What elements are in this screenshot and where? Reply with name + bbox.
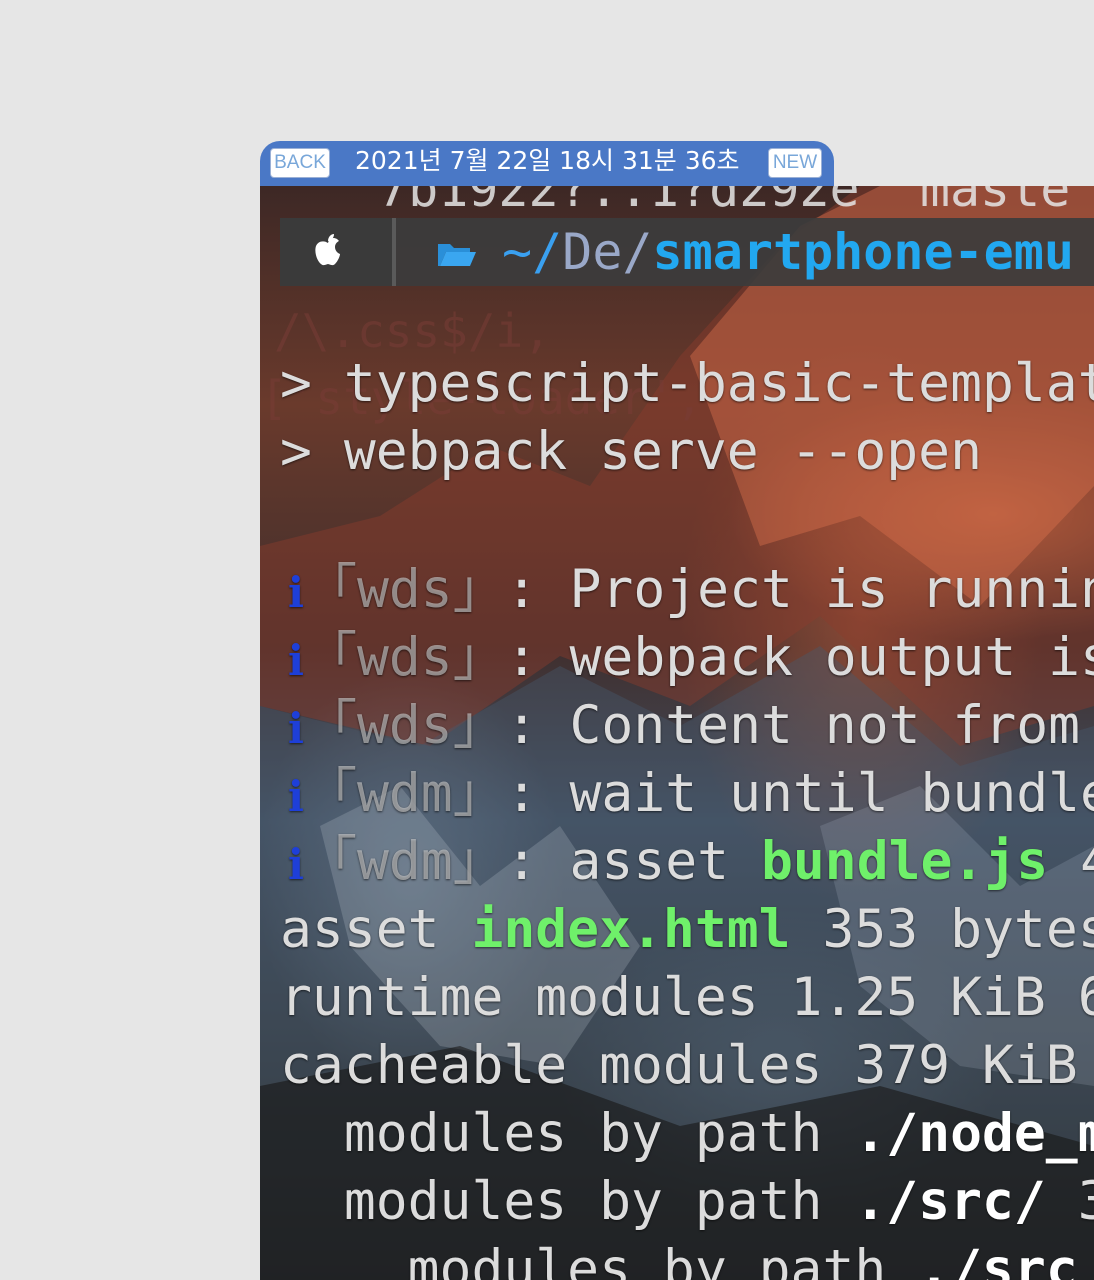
info-icon: i	[288, 704, 304, 753]
terminal-line-modules: modules by path ./node_m	[280, 1104, 1094, 1164]
ghost-line: /\.css$/i,	[274, 304, 551, 358]
info-icon: i	[288, 840, 304, 889]
terminal-line-wds: i「wds」: Content not from	[288, 696, 1080, 759]
log-tag: 「wds」	[303, 627, 506, 688]
terminal-line-modules: modules by path ./src	[280, 1240, 1078, 1280]
new-button[interactable]: NEW	[768, 148, 822, 178]
path-parent: De/	[562, 223, 653, 281]
terminal-line-runtime: runtime modules 1.25 KiB 6	[280, 967, 1094, 1028]
log-text: : asset	[505, 831, 761, 892]
log-text: : Project is runnin	[505, 559, 1094, 620]
log-text: 4	[1048, 831, 1094, 892]
terminal-line-asset: asset index.html 353 bytes	[280, 900, 1094, 960]
module-path: ./src/	[854, 1171, 1046, 1232]
back-button[interactable]: BACK	[270, 148, 330, 178]
timestamp: 2021년 7월 22일 18시 31분 36초	[355, 146, 740, 175]
terminal-line-wds: i「wds」: webpack output is	[288, 628, 1094, 691]
terminal-screen: 7b1922?..1?d292e maste ~/De/smartphone-e…	[260, 186, 1094, 1280]
info-icon: i	[288, 636, 304, 685]
log-text: asset	[280, 899, 472, 960]
terminal-line-wdm: i「wdm」: wait until bundle	[288, 764, 1094, 827]
path-home: ~/	[502, 223, 563, 281]
log-text: 3	[1077, 1171, 1094, 1232]
log-tag: 「wds」	[303, 695, 506, 756]
partial-commit-line: 7b1922?..1?d292e maste	[378, 186, 1071, 218]
log-text: modules by path	[280, 1171, 855, 1232]
log-tag: 「wds」	[303, 559, 506, 620]
terminal-line-wds: i「wds」: Project is runnin	[288, 560, 1094, 623]
log-text: modules by path	[280, 1103, 855, 1164]
terminal-line-cmd: > typescript-basic-templat	[280, 353, 1094, 414]
prompt-path: ~/De/smartphone-emu	[502, 222, 1074, 282]
module-path: ./node_m	[854, 1103, 1094, 1164]
log-text: : webpack output is	[505, 627, 1094, 688]
module-path: ./src	[918, 1239, 1078, 1280]
info-icon: i	[288, 772, 304, 821]
terminal-line-wdm: i「wdm」: asset bundle.js 4	[288, 832, 1094, 895]
emulator-frame: BACK 2021년 7월 22일 18시 31분 36초 NEW 7b1922…	[260, 141, 1094, 1280]
log-tag: 「wdm」	[303, 763, 506, 824]
title-bar: BACK 2021년 7월 22일 18시 31분 36초 NEW	[260, 141, 834, 186]
log-text: : wait until bundle	[505, 763, 1094, 824]
log-text: modules by path	[280, 1239, 919, 1280]
info-icon: i	[288, 568, 304, 617]
folder-open-icon	[438, 244, 476, 266]
prompt-bar: ~/De/smartphone-emu	[280, 218, 1094, 286]
log-text: 353 bytes	[790, 899, 1094, 960]
log-tag: 「wdm」	[303, 831, 506, 892]
bundle-file: bundle.js	[760, 831, 1049, 892]
apple-logo-icon	[315, 234, 340, 266]
apple-segment	[280, 218, 396, 286]
log-text: : Content not from	[505, 695, 1081, 756]
terminal-line-modules: modules by path ./src/ 3	[280, 1172, 1094, 1232]
path-current: smartphone-emu	[652, 223, 1074, 281]
terminal-line-cmd: > webpack serve --open	[280, 421, 982, 482]
asset-file: index.html	[471, 899, 791, 960]
terminal-line-cacheable: cacheable modules 379 KiB	[280, 1035, 1078, 1096]
